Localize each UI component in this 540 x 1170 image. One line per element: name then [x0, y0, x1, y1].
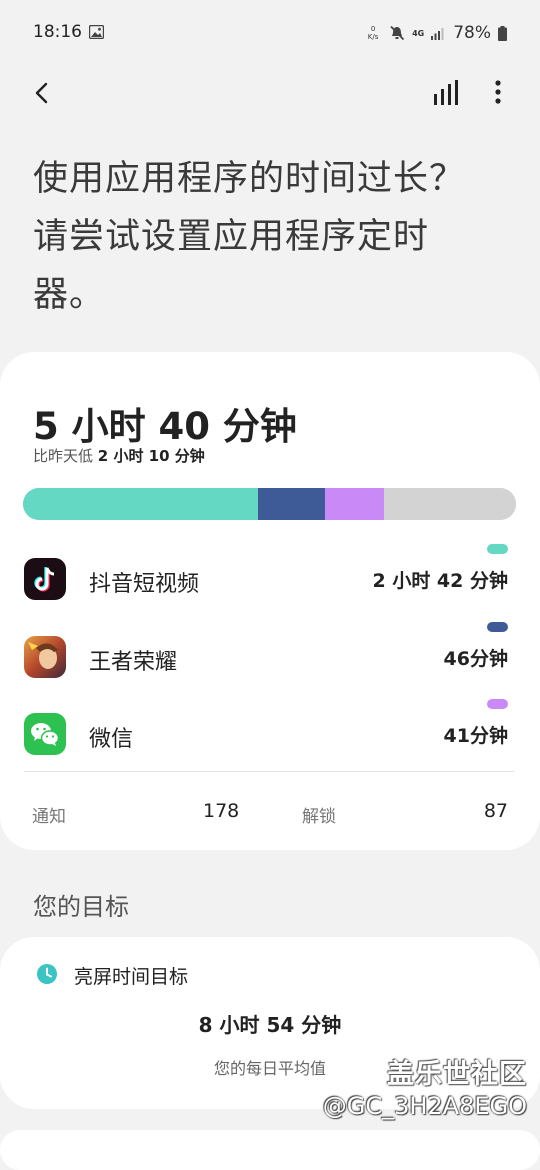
usage-breakdown-bar [23, 488, 516, 520]
image-notification-icon [89, 25, 104, 39]
usage-bar-segment [324, 488, 385, 520]
net-speed-value: 0 [370, 25, 376, 33]
app-duration: 46分钟 [443, 648, 508, 670]
watermark-community: 盖乐世社区 [387, 1059, 527, 1090]
tiktok-icon [24, 558, 66, 600]
usage-bar-segment [258, 488, 325, 520]
network-type: 4G [412, 28, 425, 38]
app-color-indicator [487, 622, 508, 632]
unlocks-label: 解锁 [302, 807, 336, 827]
app-row-douyin[interactable]: 抖音短视频 2 小时 42 分钟 [0, 544, 540, 608]
app-row-wechat[interactable]: 微信 41分钟 [0, 699, 540, 763]
compare-prefix: 比昨天低 [33, 447, 94, 465]
signal-icon [431, 27, 444, 40]
app-duration: 41分钟 [443, 725, 508, 747]
battery-percent: 78% [453, 23, 491, 43]
status-time: 18:16 [33, 22, 82, 42]
divider [24, 771, 514, 772]
usage-bar-segment [384, 488, 516, 520]
net-speed: 0 K/s [364, 25, 382, 41]
mute-icon [390, 25, 405, 41]
compare-yesterday: 比昨天低 2 小时 10 分钟 [33, 445, 205, 466]
watermark-user: @GC_3H2A8EGO [322, 1092, 527, 1120]
goal-value: 8 小时 54 分钟 [198, 1013, 342, 1037]
clock-icon [37, 964, 57, 984]
page-headline: 使用应用程序的时间过长？请尝试设置应用程序定时器。 [33, 159, 466, 315]
next-card[interactable] [0, 1130, 540, 1170]
wechat-icon [24, 713, 66, 755]
usage-bar-segment [23, 488, 259, 520]
app-duration: 2 小时 42 分钟 [372, 570, 508, 592]
status-bar: 18:16 0 K/s 4G 78% [0, 0, 540, 70]
net-speed-unit: K/s [367, 33, 379, 41]
unlocks-count: 87 [483, 800, 508, 822]
back-chevron-icon[interactable] [24, 76, 58, 110]
bar-chart-icon[interactable] [430, 78, 462, 108]
app-name: 王者荣耀 [89, 650, 178, 675]
app-name: 抖音短视频 [89, 572, 200, 597]
notifications-count: 178 [203, 800, 240, 822]
usage-summary-card[interactable]: 5 小时 40 分钟 比昨天低 2 小时 10 分钟 抖音短视频 2 小时 42… [0, 352, 540, 850]
total-screen-time: 5 小时 40 分钟 [33, 405, 297, 448]
app-name: 微信 [89, 727, 134, 752]
honor-of-kings-icon [24, 636, 66, 678]
status-right: 0 K/s 4G 78% [364, 21, 507, 45]
app-color-indicator [487, 544, 508, 554]
app-color-indicator [487, 699, 508, 709]
goals-section-title: 您的目标 [33, 893, 129, 921]
battery-icon [498, 25, 507, 41]
app-bar [0, 70, 540, 116]
app-row-honor-of-kings[interactable]: 王者荣耀 46分钟 [0, 622, 540, 686]
goal-label: 亮屏时间目标 [74, 966, 189, 988]
compare-value: 2 小时 10 分钟 [97, 447, 205, 465]
notifications-label: 通知 [32, 807, 66, 827]
more-vertical-icon[interactable] [485, 76, 511, 110]
